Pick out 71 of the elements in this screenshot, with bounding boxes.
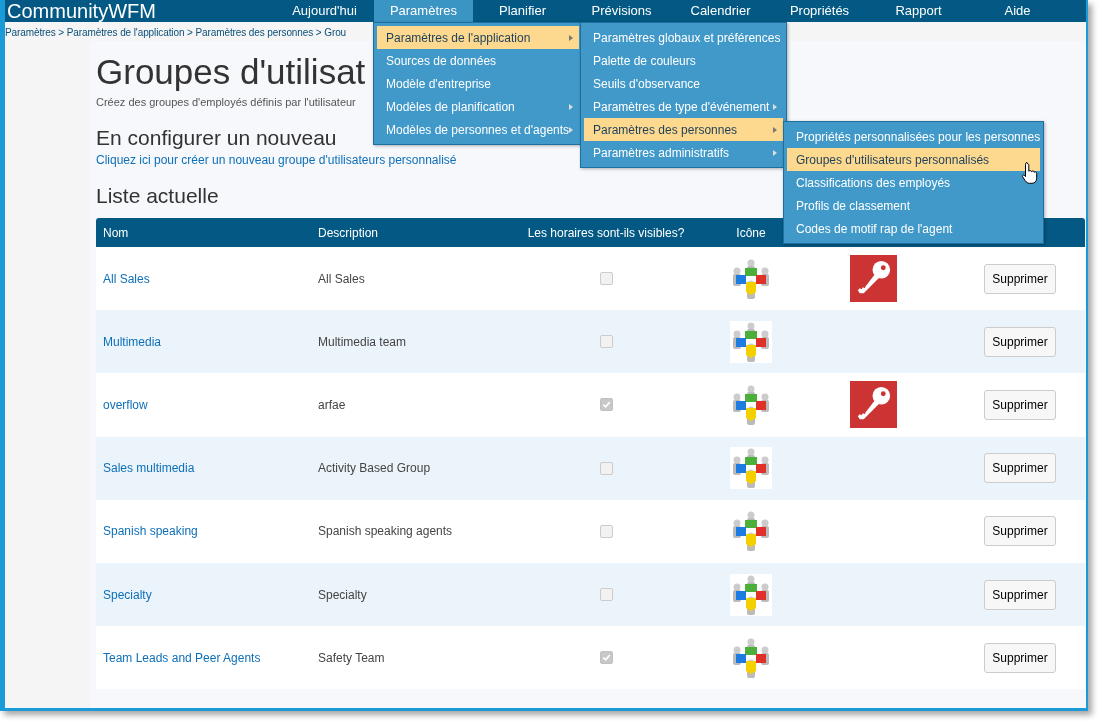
- team-puzzle-icon: [730, 636, 772, 679]
- table-cell: Specialty: [318, 587, 367, 602]
- hand-cursor-icon: [1022, 162, 1038, 184]
- menu-item[interactable]: Modèle d'entreprise: [377, 72, 579, 95]
- page-title: Groupes d'utilisat: [96, 51, 366, 93]
- section-heading: Liste actuelle: [96, 184, 219, 208]
- menu-item[interactable]: Classifications des employés: [787, 171, 1040, 194]
- nav-menu-item[interactable]: Planifier: [473, 0, 572, 22]
- column-header: Les horaires sont-ils visibles?: [526, 225, 686, 240]
- menu-item[interactable]: Modèles de planification: [377, 95, 579, 118]
- nav-menu-item[interactable]: Calendrier: [671, 0, 770, 22]
- delete-button[interactable]: Supprimer: [984, 326, 1056, 357]
- section-heading: En configurer un nouveau: [96, 126, 337, 150]
- checkbox[interactable]: [599, 461, 613, 475]
- table-cell: Safety Team: [318, 650, 385, 665]
- checkbox[interactable]: [599, 651, 613, 665]
- checkbox[interactable]: [599, 335, 613, 349]
- delete-button[interactable]: Supprimer: [984, 389, 1056, 420]
- checkbox[interactable]: [599, 588, 613, 602]
- nav-menu-item[interactable]: Aujourd'hui: [275, 0, 374, 22]
- table-cell: Multimedia team: [318, 334, 407, 349]
- group-name-link[interactable]: Sales multimedia: [103, 461, 195, 476]
- menu-item[interactable]: Paramètres de l'application: [377, 26, 579, 49]
- delete-button[interactable]: Supprimer: [984, 579, 1056, 610]
- group-name-link[interactable]: Team Leads and Peer Agents: [103, 650, 261, 665]
- menu-item[interactable]: Paramètres administratifs: [584, 141, 783, 164]
- column-header: Icône: [735, 225, 767, 240]
- menu-item[interactable]: Paramètres globaux et préférences: [584, 26, 783, 49]
- team-puzzle-icon: [730, 257, 772, 300]
- group-name-link[interactable]: Specialty: [103, 587, 152, 602]
- menu-item[interactable]: Paramètres de type d'événement: [584, 95, 783, 118]
- table-cell: Spanish speaking agents: [318, 524, 453, 539]
- nav-menu-item[interactable]: Paramètres: [374, 0, 473, 22]
- group-name-link[interactable]: Spanish speaking: [103, 524, 198, 539]
- breadcrumb: Paramètres > Paramètres de l'application > Paramètres des personnes > Grou: [5, 27, 347, 40]
- nav-menu-item[interactable]: Prévisions: [572, 0, 671, 22]
- menu-item[interactable]: Codes de motif rap de l'agent: [787, 217, 1040, 240]
- delete-button[interactable]: Supprimer: [984, 453, 1056, 484]
- app-logo: CommunityWFM: [6, 0, 157, 22]
- menu-item[interactable]: Seuils d'observance: [584, 72, 783, 95]
- table-cell: arfae: [318, 397, 346, 412]
- nav-menu-item[interactable]: Rapport: [869, 0, 968, 22]
- create-group-link[interactable]: Cliquez ici pour créer un nouveau groupe d'utilisateurs personnalisé: [96, 153, 457, 167]
- team-puzzle-icon: [730, 510, 772, 553]
- delete-button[interactable]: Supprimer: [984, 642, 1056, 673]
- table-cell: All Sales: [318, 271, 365, 286]
- group-name-link[interactable]: overflow: [103, 397, 148, 412]
- checkbox[interactable]: [599, 398, 613, 412]
- menu-item[interactable]: Groupes d'utilisateurs personnalisés: [787, 148, 1040, 171]
- menu-item[interactable]: Profils de classement: [787, 194, 1040, 217]
- menu-item[interactable]: Modèles de personnes et d'agents: [377, 118, 579, 141]
- nav-menu-item[interactable]: Aide: [968, 0, 1067, 22]
- page-description: Créez des groupes d'employés définis par l'utilisateur: [96, 96, 356, 108]
- team-puzzle-icon: [730, 383, 772, 426]
- group-name-link[interactable]: All Sales: [103, 271, 150, 286]
- menu-item[interactable]: Palette de couleurs: [584, 49, 783, 72]
- table-cell: Activity Based Group: [318, 461, 431, 476]
- team-puzzle-icon: [730, 447, 772, 490]
- team-puzzle-icon: [730, 573, 772, 616]
- menu-item[interactable]: Propriétés personnalisées pour les personnes: [787, 125, 1040, 148]
- delete-button[interactable]: Supprimer: [984, 263, 1056, 294]
- group-name-link[interactable]: Multimedia: [103, 334, 162, 349]
- delete-button[interactable]: Supprimer: [984, 516, 1056, 547]
- column-header: Nom: [102, 225, 130, 240]
- nav-menu-item[interactable]: Propriétés: [770, 0, 869, 22]
- menu-item[interactable]: Sources de données: [377, 49, 579, 72]
- checkbox[interactable]: [599, 272, 613, 286]
- checkbox[interactable]: [599, 524, 613, 538]
- column-header: Description: [317, 225, 380, 240]
- menu-item[interactable]: Paramètres des personnes: [584, 118, 783, 141]
- team-puzzle-icon: [730, 320, 772, 363]
